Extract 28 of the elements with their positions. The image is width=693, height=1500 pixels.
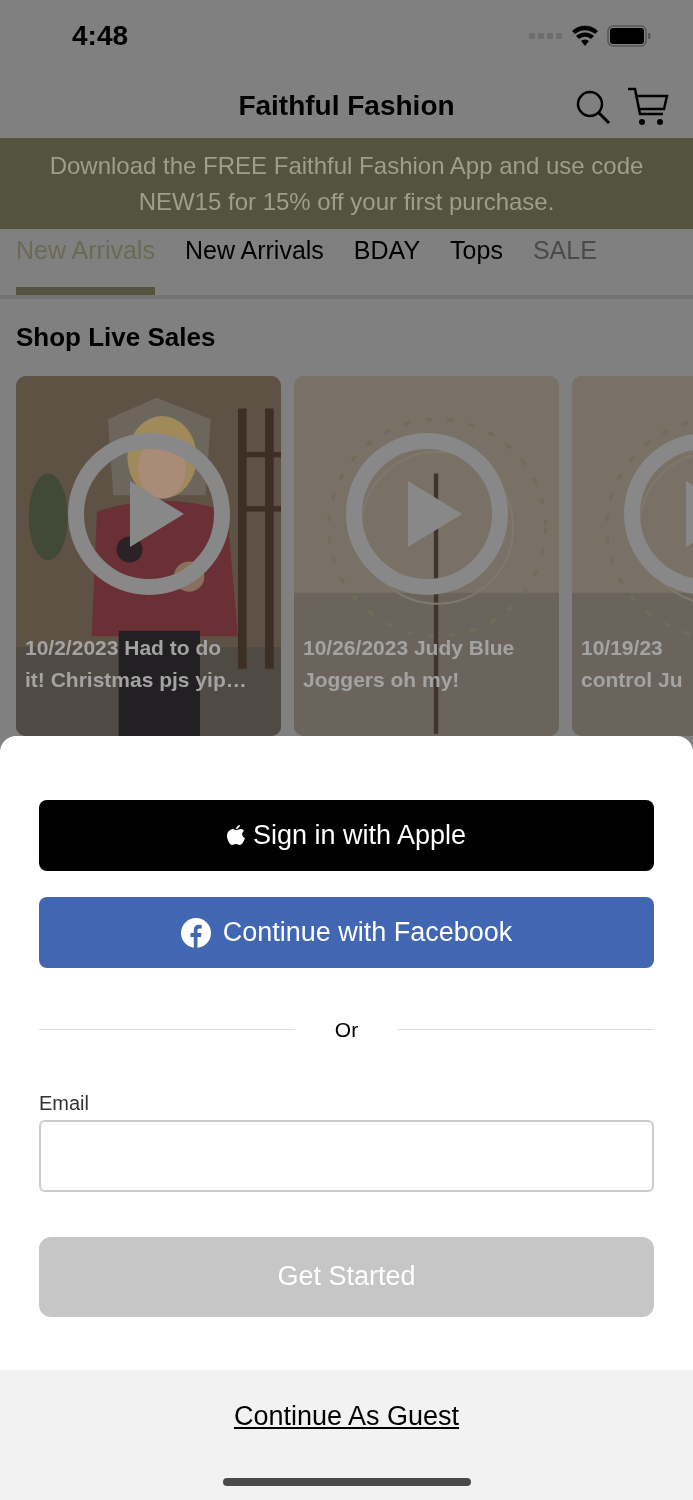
apple-sign-in-button[interactable]: Sign in with Apple [39, 800, 654, 871]
battery-icon [607, 25, 651, 48]
category-tab[interactable]: BDAY [353, 231, 421, 296]
category-tab[interactable]: New Arrivals [184, 231, 324, 296]
wifi-icon [571, 25, 599, 48]
video-card[interactable]: 10/2/2023 Had to do it! Christmas pjs yip… [16, 376, 281, 736]
email-label: Email [39, 1090, 90, 1116]
facebook-button[interactable]: Continue with Facebook [39, 897, 654, 968]
status-time: 4:48 [72, 19, 129, 54]
or-divider-text: Or [334, 1017, 359, 1043]
section-title: Shop Live Sales [16, 321, 216, 355]
video-title: 10/19/23 [581, 635, 664, 661]
facebook-icon [180, 917, 211, 948]
continue-as-guest-link[interactable]: Continue As Guest [233, 1396, 460, 1437]
category-tab[interactable]: Tops [450, 231, 503, 296]
promo-text: Download the FREE Faithful Fashion App and use code NEW15 for 15% off your first purchase. [48, 150, 645, 217]
app-title: Faithful Fashion [238, 88, 455, 123]
cart-icon[interactable] [627, 86, 669, 127]
video-title: Joggers oh my! [303, 667, 461, 693]
video-title: 10/2/2023 Had to do [25, 635, 223, 661]
play-icon[interactable] [346, 433, 508, 595]
search-icon[interactable] [575, 88, 611, 125]
apple-icon [226, 824, 245, 847]
video-title: 10/26/2023 Judy Blue [303, 635, 515, 661]
play-icon[interactable] [68, 433, 230, 595]
video-title: control Ju [581, 667, 683, 693]
video-title: it! Christmas pjs yip… [25, 667, 247, 693]
email-field[interactable] [39, 1119, 654, 1192]
